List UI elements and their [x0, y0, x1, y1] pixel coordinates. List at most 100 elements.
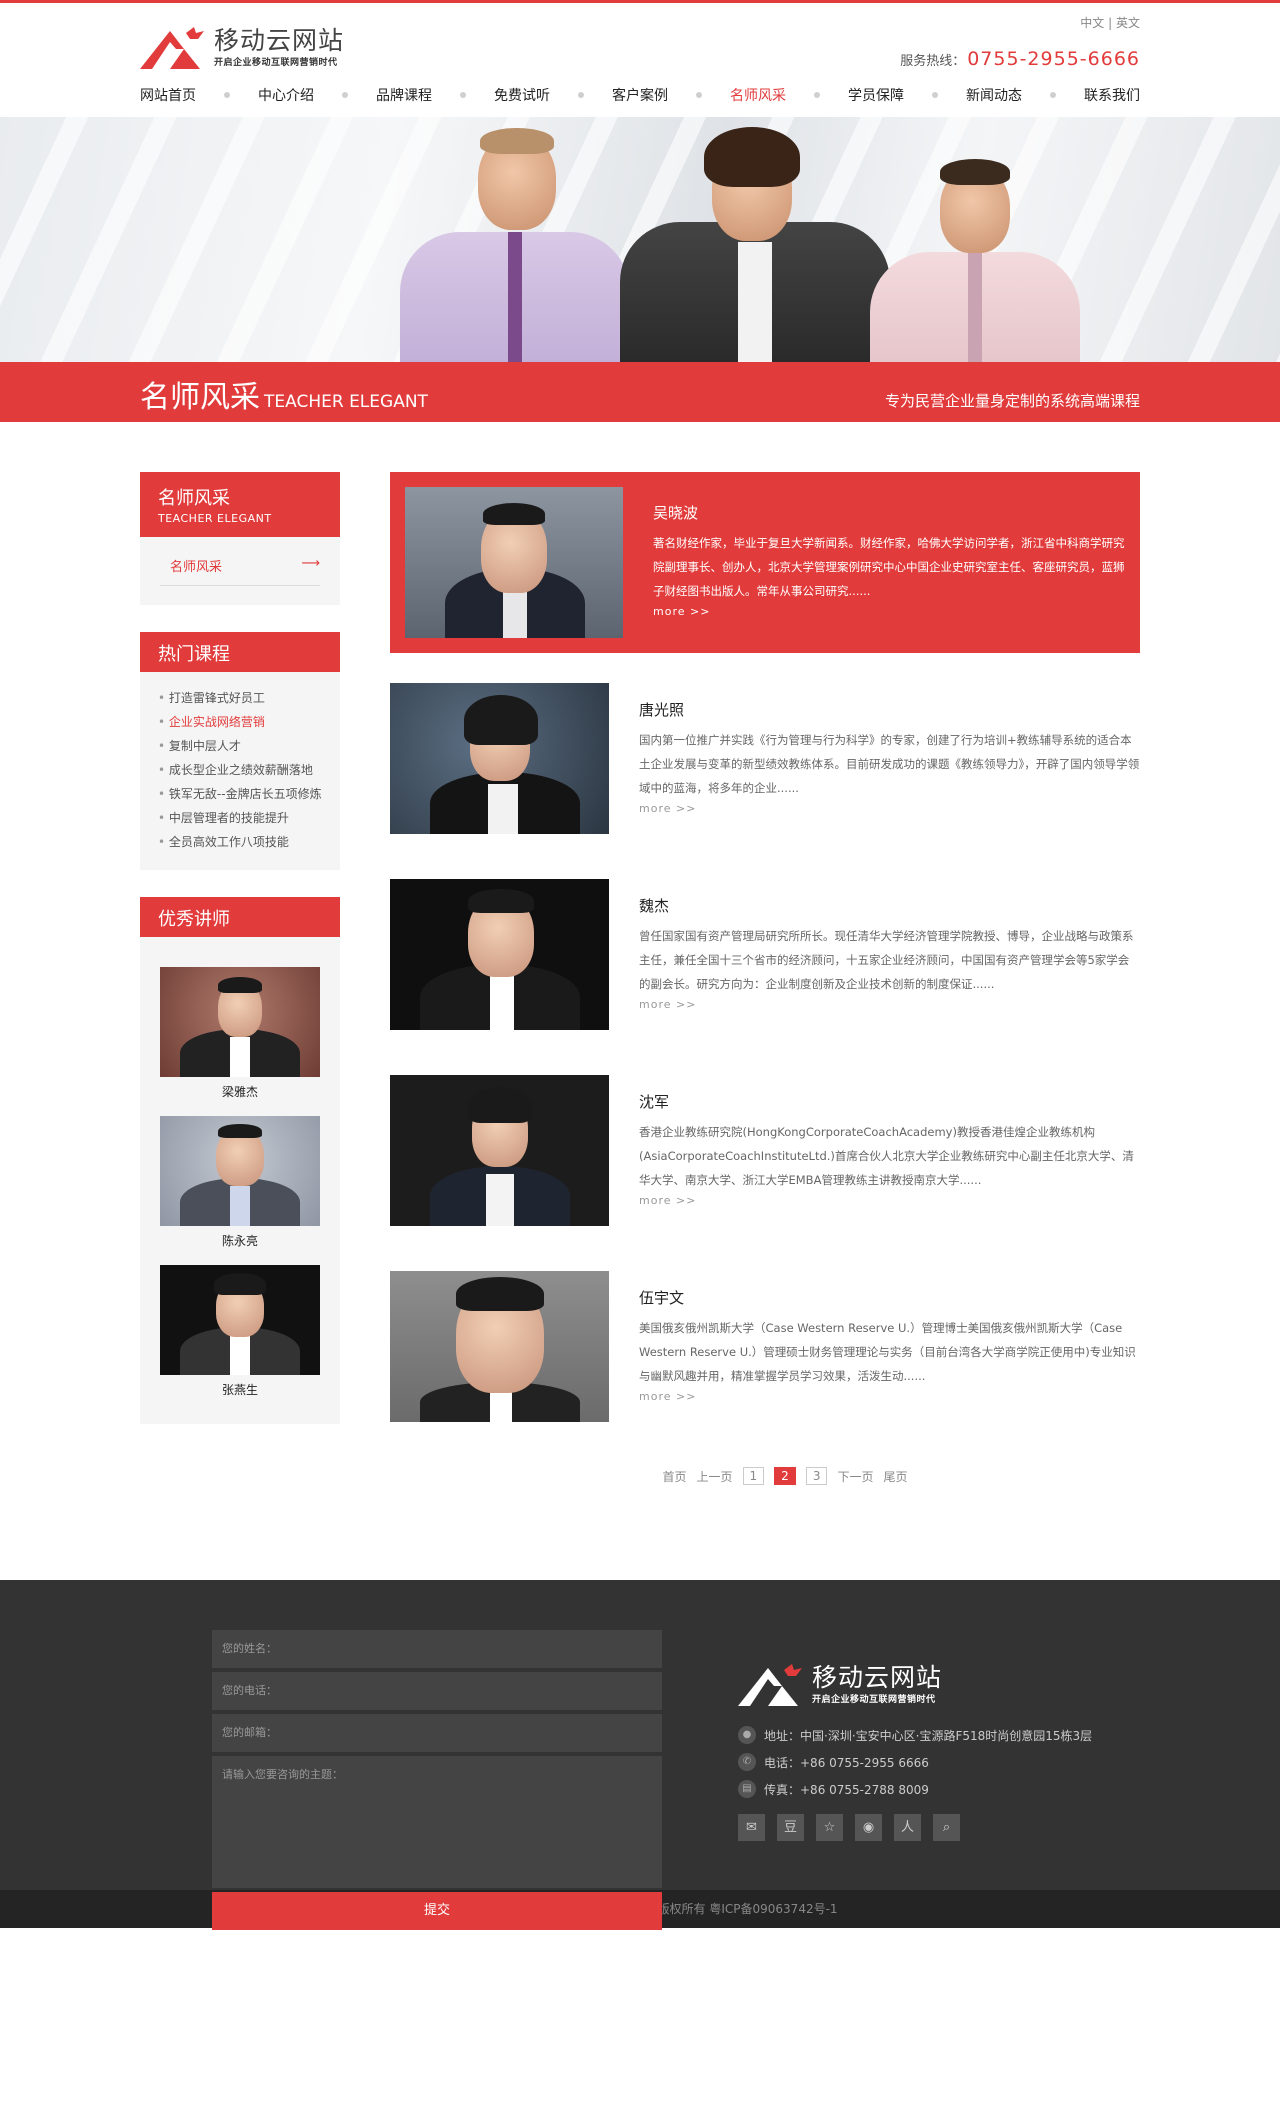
- teacher-photo[interactable]: [405, 487, 623, 638]
- more-link[interactable]: more >>: [639, 1194, 1140, 1207]
- section-nav-title-en: TEACHER ELEGANT: [158, 512, 272, 525]
- teacher-item: 伍宇文 美国俄亥俄州凯斯大学（Case Western Reserve U.）管…: [390, 1271, 1140, 1422]
- teacher-name[interactable]: 伍宇文: [639, 1287, 1140, 1308]
- pagination: 首页 上一页 1 2 3 下一页 尾页: [390, 1467, 1140, 1485]
- teacher-description: 曾任国家国有资产管理局研究所所长。现任清华大学经济管理学院教授、博导，企业战略与…: [639, 929, 1134, 991]
- logo-subtitle: 开启企业移动互联网营销时代: [214, 57, 338, 68]
- teacher-item: 唐光照 国内第一位推广并实践《行为管理与行为科学》的专家，创建了行为培训+教练辅…: [390, 683, 1140, 834]
- weibo-icon[interactable]: ◉: [855, 1814, 882, 1841]
- teacher-card[interactable]: 陈永亮: [160, 1116, 320, 1249]
- topic-textarea[interactable]: 请输入您要咨询的主题：: [212, 1756, 662, 1888]
- more-link[interactable]: more >>: [639, 1390, 1140, 1403]
- star-icon[interactable]: ☆: [816, 1814, 843, 1841]
- footer-logo-subtitle: 开启企业移动互联网营销时代: [812, 1694, 936, 1705]
- teacher-item: 魏杰 曾任国家国有资产管理局研究所所长。现任清华大学经济管理学院教授、博导，企业…: [390, 879, 1140, 1030]
- footer-fax: ▤ 传真：+86 0755-2788 8009: [738, 1780, 1092, 1798]
- course-link[interactable]: 成长型企业之绩效薪酬落地: [158, 758, 322, 782]
- course-link[interactable]: 企业实战网络营销: [158, 710, 322, 734]
- teacher-photo: [160, 1116, 320, 1226]
- teacher-name: 梁雅杰: [221, 1085, 258, 1099]
- course-link[interactable]: 全员高效工作八项技能: [158, 830, 322, 854]
- teacher-name: 张燕生: [221, 1383, 258, 1397]
- pager-next[interactable]: 下一页: [837, 1468, 873, 1485]
- page-slogan: 专为民营企业量身定制的系统高端课程: [884, 392, 1140, 410]
- header: 移动云网站 开启企业移动互联网营销时代 中文 | 英文 服务热线： 0755-29…: [140, 3, 1140, 117]
- name-field[interactable]: 您的姓名：: [212, 1630, 662, 1668]
- section-nav-title: 名师风采: [158, 488, 230, 509]
- nav-dot: [1050, 92, 1056, 98]
- teacher-card[interactable]: 梁雅杰: [160, 967, 320, 1100]
- sidebar-item-teachers[interactable]: 名师风采 ⟶: [160, 556, 320, 586]
- footer-phone: ✆ 电话：+86 0755-2955 6666: [738, 1753, 1092, 1771]
- lang-chinese-link[interactable]: 中文: [1080, 16, 1104, 30]
- email-field[interactable]: 您的邮箱：: [212, 1714, 662, 1752]
- pager-prev[interactable]: 上一页: [697, 1468, 733, 1485]
- nav-cases[interactable]: 客户案例: [612, 85, 668, 105]
- teacher-photo[interactable]: [390, 1271, 609, 1422]
- teacher-photo[interactable]: [390, 879, 609, 1030]
- submit-button[interactable]: 提交: [212, 1892, 662, 1930]
- nav-dot: [224, 92, 230, 98]
- phone-field[interactable]: 您的电话：: [212, 1672, 662, 1710]
- nav-contact[interactable]: 联系我们: [1084, 85, 1140, 105]
- hotline-label: 服务热线：: [900, 54, 966, 69]
- page-title-cn: 名师风采: [140, 380, 260, 415]
- nav-courses[interactable]: 品牌课程: [376, 85, 432, 105]
- search-icon[interactable]: ⌕: [933, 1814, 960, 1841]
- fax-icon: ▤: [738, 1780, 756, 1798]
- main-area: 名师风采 TEACHER ELEGANT 名师风采 ⟶ 热门课程 打造雷锋式好员…: [140, 422, 1140, 1485]
- arrow-right-icon: ⟶: [301, 556, 320, 571]
- teacher-description: 国内第一位推广并实践《行为管理与行为科学》的专家，创建了行为培训+教练辅导系统的…: [639, 733, 1140, 795]
- pager-first[interactable]: 首页: [663, 1468, 687, 1485]
- nav-dot: [460, 92, 466, 98]
- nav-dot: [342, 92, 348, 98]
- page-title-en: TEACHER ELEGANT: [264, 392, 428, 412]
- pager-last[interactable]: 尾页: [883, 1468, 907, 1485]
- teacher-card[interactable]: 张燕生: [160, 1265, 320, 1398]
- hotline-number: 0755-2955-6666: [967, 48, 1140, 70]
- hot-courses-list: 打造雷锋式好员工 企业实战网络营销 复制中层人才 成长型企业之绩效薪酬落地 铁军…: [140, 672, 340, 870]
- course-link[interactable]: 打造雷锋式好员工: [158, 686, 322, 710]
- pager-page[interactable]: 1: [742, 1467, 765, 1485]
- course-link[interactable]: 铁军无敌--金牌店长五项修炼: [158, 782, 322, 806]
- pager-page-current[interactable]: 2: [774, 1467, 796, 1485]
- teacher-photo: [160, 967, 320, 1077]
- course-link[interactable]: 中层管理者的技能提升: [158, 806, 322, 830]
- logo-icon: [738, 1662, 810, 1706]
- more-link[interactable]: more >>: [639, 802, 1140, 815]
- featured-teacher: 吴晓波 著名财经作家，毕业于复旦大学新闻系。财经作家，哈佛大学访问学者，浙江省中…: [390, 472, 1140, 653]
- lang-english-link[interactable]: 英文: [1116, 16, 1140, 30]
- nav-trial[interactable]: 免费试听: [494, 85, 550, 105]
- teacher-name[interactable]: 吴晓波: [653, 502, 1126, 523]
- wechat-icon[interactable]: ✉: [738, 1814, 765, 1841]
- nav-about[interactable]: 中心介绍: [258, 85, 314, 105]
- banner-person-left: [400, 122, 630, 362]
- banner-person-right: [870, 147, 1080, 362]
- more-link[interactable]: more >>: [639, 998, 1140, 1011]
- teacher-description: 美国俄亥俄州凯斯大学（Case Western Reserve U.）管理博士美…: [639, 1321, 1136, 1383]
- teacher-name[interactable]: 唐光照: [639, 699, 1140, 720]
- nav-home[interactable]: 网站首页: [140, 85, 196, 105]
- nav-news[interactable]: 新闻动态: [966, 85, 1022, 105]
- douban-icon[interactable]: 豆: [777, 1814, 804, 1841]
- contact-form: 您的姓名： 您的电话： 您的邮箱： 请输入您要咨询的主题： 提交: [212, 1630, 662, 1930]
- renren-icon[interactable]: 人: [894, 1814, 921, 1841]
- nav-guarantee[interactable]: 学员保障: [848, 85, 904, 105]
- nav-teachers[interactable]: 名师风采: [730, 85, 786, 105]
- more-link[interactable]: more >>: [653, 605, 1126, 618]
- teacher-photo[interactable]: [390, 683, 609, 834]
- banner-person-center: [620, 117, 890, 362]
- teacher-name: 陈永亮: [221, 1234, 258, 1248]
- pager-page[interactable]: 3: [805, 1467, 828, 1485]
- top-teachers-header: 优秀讲师: [140, 897, 340, 937]
- top-teachers-box: 优秀讲师 梁雅杰 陈永亮 张燕生: [140, 897, 340, 1424]
- lang-separator: |: [1108, 16, 1113, 30]
- teacher-photo[interactable]: [390, 1075, 609, 1226]
- teacher-name[interactable]: 魏杰: [639, 895, 1140, 916]
- nav-dot: [578, 92, 584, 98]
- section-nav-box: 名师风采 TEACHER ELEGANT 名师风采 ⟶: [140, 472, 340, 605]
- site-logo[interactable]: 移动云网站 开启企业移动互联网营销时代: [140, 25, 344, 69]
- fax-text: 传真：+86 0755-2788 8009: [764, 1782, 929, 1797]
- course-link[interactable]: 复制中层人才: [158, 734, 322, 758]
- teacher-name[interactable]: 沈军: [639, 1091, 1140, 1112]
